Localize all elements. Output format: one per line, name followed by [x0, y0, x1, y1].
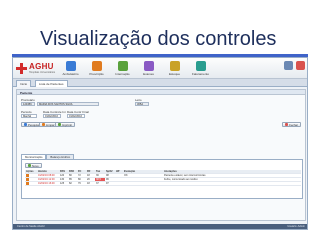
box-icon	[169, 61, 180, 71]
cell-pas: 120	[60, 174, 65, 177]
cell-pad: 85	[69, 178, 72, 181]
column-header: Tax	[96, 170, 101, 173]
module-label: Estoque	[168, 72, 180, 76]
tab-inicio[interactable]: Início	[16, 80, 32, 87]
row-actions[interactable]	[25, 181, 37, 186]
controls-panel: Paciente Prontuário 123456 MARIA DOS SAN…	[16, 89, 306, 221]
tab-lista-pacientes[interactable]: Lista de Pacientes	[35, 80, 68, 87]
fechar-button[interactable]: Fechar	[282, 122, 301, 127]
cell-pas: 125	[60, 182, 65, 185]
cell-fr: 20	[87, 178, 90, 181]
printer-icon	[58, 123, 61, 126]
pill-icon	[91, 61, 102, 71]
eraser-icon	[42, 123, 45, 126]
edit-icon[interactable]	[26, 181, 29, 185]
cell-spo2: 97	[106, 182, 109, 185]
panel-title: Paciente	[17, 90, 305, 95]
app-header: AGHU Hospitais Universitários Ambulatóri…	[13, 58, 307, 79]
cell-evolucao: OK	[124, 174, 128, 177]
module-ambulatorio[interactable]: Ambulatório	[59, 60, 82, 77]
cell-tax: 36	[96, 174, 99, 177]
column-header: FR	[87, 170, 91, 173]
column-header: Evolução	[124, 170, 136, 173]
module-label: Internação	[115, 72, 130, 76]
prontuario-field[interactable]: 123456	[21, 102, 35, 106]
chart-icon	[195, 61, 206, 71]
table-row[interactable]: 01/02/16 16:00 125 82 76 18 37 97	[25, 181, 301, 186]
cell-anotacoes: Paciente estável, sem intercorrências	[164, 174, 206, 177]
slide-title: Visualização dos controles	[40, 28, 277, 50]
periodo-select[interactable]: Manhã	[21, 114, 37, 118]
cell-fc: 76	[78, 182, 81, 185]
module-internacao[interactable]: Internação	[111, 60, 134, 77]
patient-name-field[interactable]: MARIA DOS SANTOS SILVA	[37, 102, 99, 106]
user-icon[interactable]	[284, 61, 293, 70]
edit-icon[interactable]	[26, 173, 29, 177]
column-header: SpO2	[106, 170, 113, 173]
cell-spo2: 96	[106, 178, 109, 181]
module-label: Faturamento	[191, 72, 209, 76]
button-label: Limpar	[46, 122, 55, 127]
module-toolbar: Ambulatório Prescrição Internação Exames…	[59, 60, 212, 77]
leito-field[interactable]: 305A	[135, 102, 149, 106]
button-label: Fechar	[289, 122, 298, 127]
search-icon	[24, 123, 27, 126]
cell-pad: 80	[69, 174, 72, 177]
column-header: PAD	[69, 170, 75, 173]
cell-horario: 01/02/16 16:00	[38, 182, 55, 185]
main-tabs: Início Lista de Pacientes	[13, 79, 307, 87]
cell-horario: 01/02/16 12:00	[38, 178, 55, 181]
imprimir-button[interactable]: Imprimir	[55, 122, 76, 127]
data-final-field[interactable]: 01/02/2016	[67, 114, 85, 118]
cell-pas: 130	[60, 178, 65, 181]
close-icon	[285, 123, 289, 126]
novo-button[interactable]: Novo	[25, 163, 42, 168]
status-right: Usuário: Admin	[287, 225, 305, 228]
module-exames[interactable]: Exames	[137, 60, 160, 77]
cell-fc: 80	[78, 178, 81, 181]
status-bar: Centro de Saúde AGHU Usuário: Admin	[13, 224, 307, 229]
cell-fr: 18	[87, 182, 90, 185]
cell-tax-alert: 38,5	[95, 178, 105, 181]
column-header: Horário	[38, 170, 47, 173]
cell-fr: 18	[87, 174, 90, 177]
cell-spo2: 98	[106, 174, 109, 177]
module-faturamento[interactable]: Faturamento	[189, 60, 212, 77]
status-left: Centro de Saúde AGHU	[17, 225, 45, 228]
add-icon	[28, 164, 31, 167]
red-cross-icon	[16, 63, 27, 74]
logo-text: AGHU	[29, 62, 54, 71]
bed-icon	[117, 61, 128, 71]
header-actions	[284, 61, 305, 70]
logo-tagline: Hospitais Universitários	[29, 71, 56, 74]
button-label: Imprimir	[62, 122, 73, 127]
module-label: Exames	[143, 72, 154, 76]
column-header: Anotações	[164, 170, 177, 173]
module-prescricao[interactable]: Prescrição	[85, 60, 108, 77]
cell-tax: 37	[96, 182, 99, 185]
controls-grid: Ações Horário PAS PAD FC FR Tax SpO2 HP …	[25, 170, 301, 186]
cell-fc: 72	[78, 174, 81, 177]
cell-horario: 01/02/16 08:00	[38, 174, 55, 177]
column-header: HP	[116, 170, 120, 173]
monitorizacao-panel: Novo Ações Horário PAS PAD FC FR Tax SpO…	[21, 159, 303, 199]
cell-anotacoes: Febre, comunicado ao médico	[164, 178, 198, 181]
data-inicial-field[interactable]: 01/02/2016	[43, 114, 61, 118]
button-label: Novo	[32, 163, 39, 168]
logout-icon[interactable]	[296, 61, 305, 70]
module-label: Ambulatório	[62, 72, 79, 76]
microscope-icon	[143, 61, 154, 71]
column-header: FC	[78, 170, 82, 173]
edit-icon[interactable]	[26, 177, 29, 181]
cell-pad: 82	[69, 182, 72, 185]
column-header: PAS	[60, 170, 65, 173]
stethoscope-icon	[65, 61, 76, 71]
app-screenshot: AGHU Hospitais Universitários Ambulatóri…	[12, 57, 308, 230]
app-logo[interactable]: AGHU Hospitais Universitários	[16, 61, 55, 76]
module-label: Prescrição	[89, 72, 104, 76]
module-estoque[interactable]: Estoque	[163, 60, 186, 77]
